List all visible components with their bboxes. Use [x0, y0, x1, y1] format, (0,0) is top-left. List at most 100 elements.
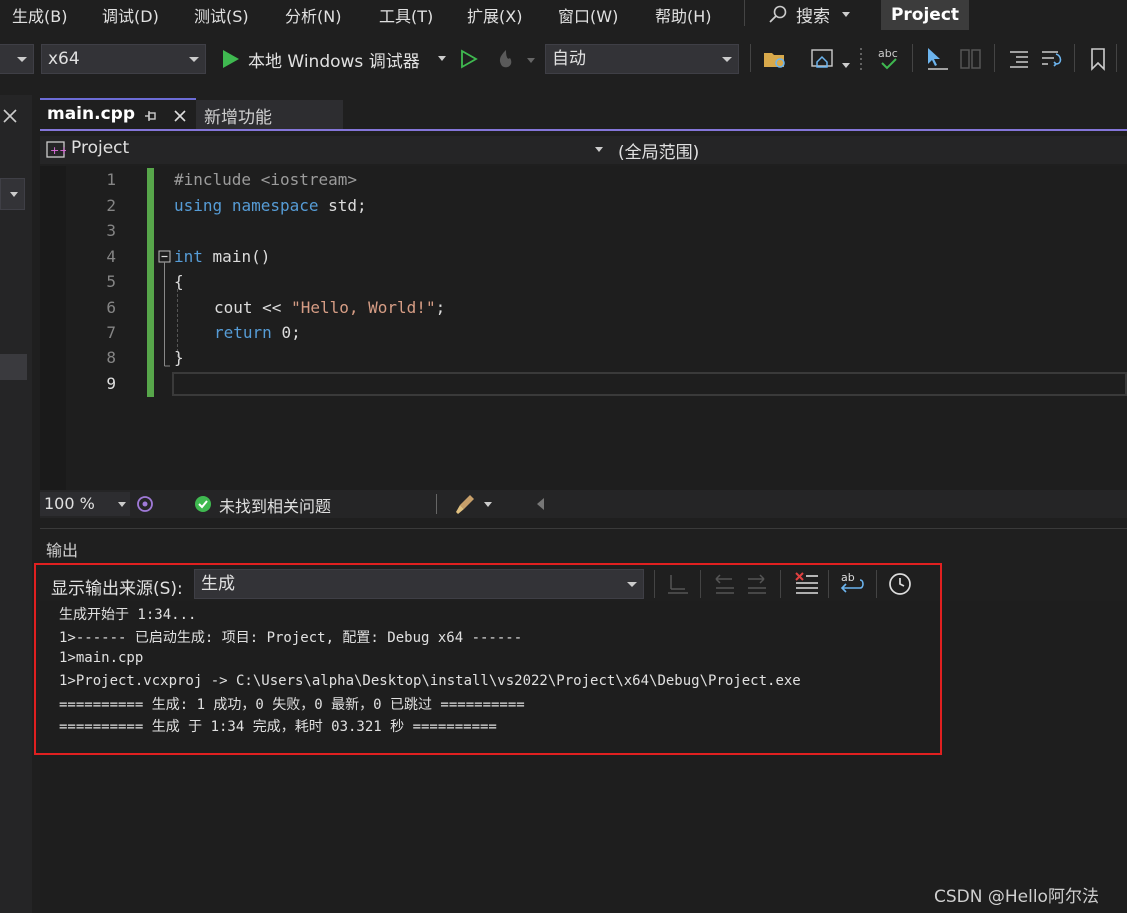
code-line-7: return 0; — [214, 323, 301, 342]
toolbar-separator — [1074, 44, 1075, 72]
output-text-area[interactable] — [40, 601, 1127, 913]
spell-check-icon[interactable]: abc — [876, 45, 902, 73]
platform-combo[interactable]: x64 — [41, 44, 206, 74]
line-number: 7 — [106, 323, 116, 342]
close-icon[interactable] — [173, 109, 187, 123]
grip-icon — [860, 48, 862, 70]
clock-icon[interactable] — [886, 570, 914, 598]
project-scope-combo[interactable]: ++ Project — [42, 136, 608, 164]
pointer-select-icon[interactable] — [924, 46, 950, 72]
zoom-value: 100 % — [44, 494, 95, 513]
svg-text:abc: abc — [878, 47, 898, 60]
platform-value: x64 — [48, 49, 80, 69]
menu-separator — [744, 0, 745, 26]
previous-message-disabled-icon[interactable] — [712, 571, 738, 597]
search-icon — [769, 5, 787, 23]
project-badge[interactable]: Project — [881, 0, 969, 30]
code-line-1: #include <iostream> — [174, 170, 358, 189]
solution-config-combo[interactable] — [0, 44, 34, 74]
intellicode-icon[interactable] — [135, 494, 155, 514]
watermark: CSDN @Hello阿尔法 — [934, 887, 1099, 907]
scroll-left-icon[interactable] — [537, 498, 544, 510]
start-without-debugging-icon[interactable] — [460, 49, 478, 69]
folder-search-icon[interactable] — [762, 47, 788, 71]
play-icon — [223, 50, 239, 68]
chevron-down-icon — [17, 57, 27, 62]
zoom-combo[interactable]: 100 % — [40, 492, 130, 516]
menu-debug[interactable]: 调试(D) — [102, 3, 159, 27]
output-source-label: 显示输出来源(S): — [51, 579, 183, 599]
line-number: 3 — [106, 221, 116, 240]
chevron-down-icon — [484, 502, 492, 507]
toggle-word-wrap-icon[interactable]: ab — [838, 570, 866, 598]
menu-build[interactable]: 生成(B) — [12, 3, 67, 27]
code-line-5: { — [174, 272, 184, 291]
toolbar-separator — [994, 44, 995, 72]
code-line-6: cout << "Hello, World!"; — [214, 298, 446, 317]
tab-main-cpp[interactable]: main.cpp — [40, 98, 196, 129]
menu-test[interactable]: 测试(S) — [194, 3, 249, 27]
nav-scope-label: (全局范围) — [618, 143, 700, 163]
toolbar-separator — [876, 570, 877, 598]
search-label: 搜索 — [796, 7, 830, 27]
menu-tools[interactable]: 工具(T) — [379, 3, 433, 27]
tab-accent-line — [40, 129, 1127, 131]
line-number: 1 — [106, 170, 116, 189]
output-line: 1>Project.vcxproj -> C:\Users\alpha\Desk… — [59, 673, 801, 689]
tab-new-features[interactable]: 新增功能 — [196, 100, 343, 129]
split-disabled-icon[interactable] — [958, 46, 984, 72]
word-wrap-icon[interactable] — [1038, 46, 1064, 72]
explorer-selected-row[interactable] — [0, 354, 27, 380]
code-cleanup-icon[interactable] — [454, 493, 476, 515]
menu-help[interactable]: 帮助(H) — [655, 3, 712, 27]
solution-config-combo-auto[interactable]: 自动 — [545, 44, 739, 74]
toolbar-separator — [912, 44, 913, 72]
chevron-down-icon — [627, 582, 637, 587]
tab-label: main.cpp — [47, 104, 135, 124]
editor-status-bar: 100 % 未找到相关问题 — [40, 490, 1127, 518]
next-message-disabled-icon[interactable] — [744, 571, 770, 597]
output-line: 1>------ 已启动生成: 项目: Project, 配置: Debug x… — [59, 630, 523, 646]
chevron-down-icon — [595, 147, 603, 152]
config-value: 自动 — [552, 49, 586, 69]
toolbar-separator — [700, 570, 701, 598]
menu-extensions[interactable]: 扩展(X) — [467, 3, 522, 27]
pin-icon[interactable] — [144, 110, 158, 122]
code-line-2: using namespace std; — [174, 196, 367, 215]
start-debug-button[interactable]: 本地 Windows 调试器 — [218, 44, 454, 74]
output-line: ========== 生成: 1 成功，0 失败，0 最新，0 已跳过 ====… — [59, 697, 525, 713]
line-number: 4 — [106, 247, 116, 266]
nav-project-label: Project — [71, 138, 130, 158]
check-circle-icon — [195, 496, 211, 512]
close-icon[interactable] — [2, 108, 18, 124]
chevron-down-icon — [10, 192, 18, 197]
line-number: 8 — [106, 348, 116, 367]
code-line-4: int main() — [174, 247, 271, 266]
line-number: 5 — [106, 272, 116, 291]
toolbar-separator — [1116, 44, 1117, 72]
change-tracking-bar — [147, 168, 154, 397]
menu-window[interactable]: 窗口(W) — [558, 3, 618, 27]
search-box[interactable]: 搜索 — [766, 1, 856, 27]
chevron-down-icon — [527, 58, 535, 63]
output-panel-title: 输出 — [46, 541, 79, 560]
chevron-down-icon — [842, 63, 850, 68]
menu-analyze[interactable]: 分析(N) — [285, 3, 341, 27]
chevron-down-icon — [842, 12, 850, 17]
issues-status[interactable]: 未找到相关问题 — [219, 493, 331, 517]
browser-home-icon[interactable] — [810, 47, 836, 71]
solution-explorer-edge — [0, 95, 32, 913]
global-scope-combo[interactable]: (全局范围) — [614, 136, 1127, 164]
explorer-filter-combo[interactable] — [0, 178, 25, 210]
hot-reload-icon[interactable] — [494, 48, 518, 70]
find-message-disabled-icon[interactable] — [665, 571, 691, 597]
line-number: 2 — [106, 196, 116, 215]
fold-collapse-icon[interactable] — [158, 250, 172, 370]
indent-guide — [177, 289, 178, 357]
bookmark-icon[interactable] — [1088, 47, 1108, 71]
svg-text:ab: ab — [841, 571, 855, 584]
output-source-combo[interactable]: 生成 — [194, 569, 644, 599]
clear-all-icon[interactable] — [792, 570, 820, 598]
status-separator — [436, 494, 437, 514]
outdent-icon[interactable] — [1006, 46, 1030, 72]
